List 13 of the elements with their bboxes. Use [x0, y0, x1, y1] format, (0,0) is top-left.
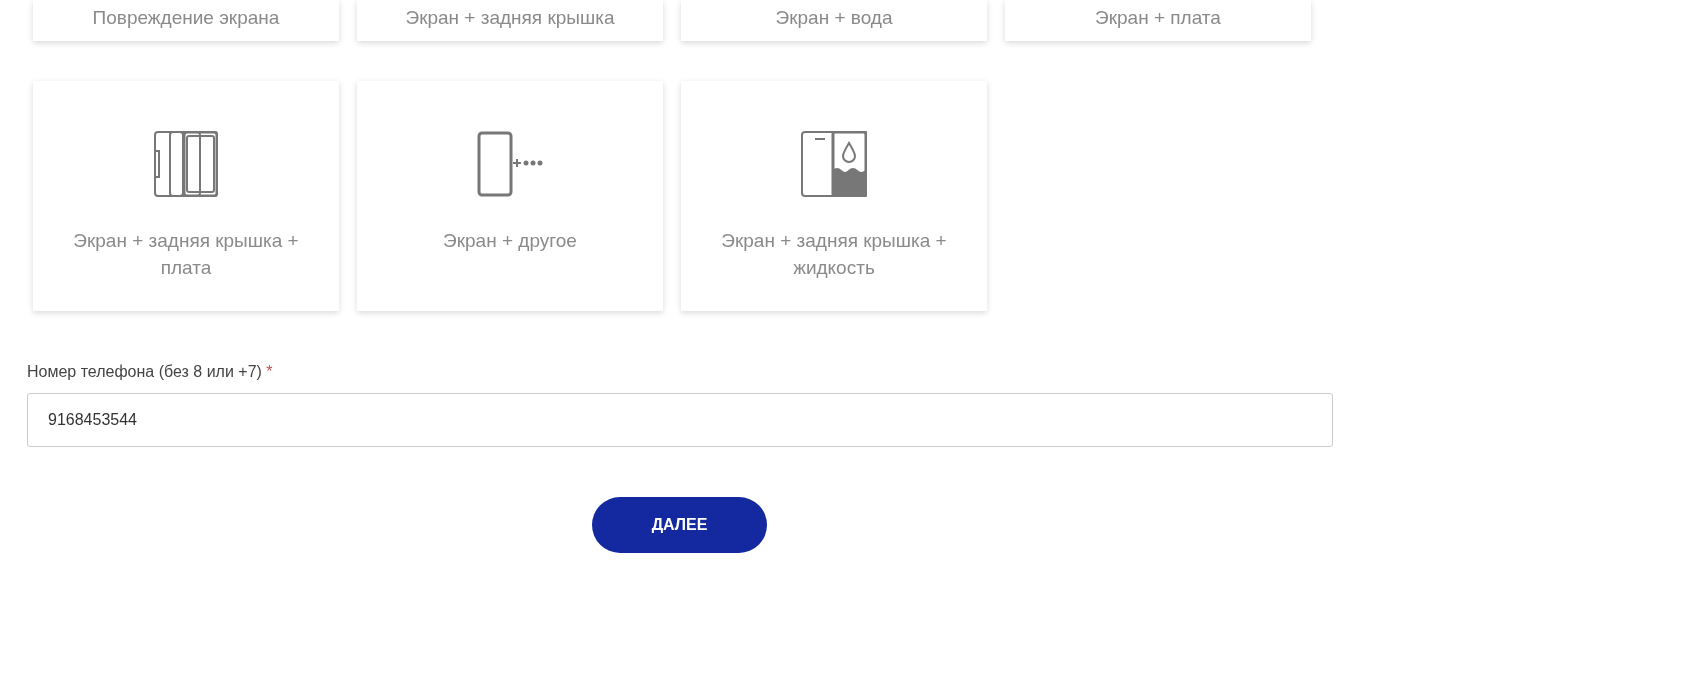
option-card[interactable]: Экран + задняя крышка + жидкость [681, 81, 987, 311]
option-card[interactable]: Экран + другое [357, 81, 663, 311]
phone-plus-icon [477, 131, 543, 197]
next-button[interactable]: ДАЛЕЕ [592, 497, 767, 553]
option-card[interactable]: Повреждение экрана [33, 0, 339, 41]
option-card[interactable]: Экран + задняя крышка [357, 0, 663, 41]
option-card[interactable]: Экран + задняя крышка + плата [33, 81, 339, 311]
phone-water-drop-icon [801, 131, 867, 197]
phone-label: Номер телефона (без 8 или +7) * [27, 363, 274, 381]
option-card[interactable]: Экран + плата [1005, 0, 1311, 41]
option-card[interactable]: Экран + вода [681, 0, 987, 41]
phone-input[interactable]: 9168453544 [27, 393, 1333, 447]
phones-icon [154, 131, 218, 197]
